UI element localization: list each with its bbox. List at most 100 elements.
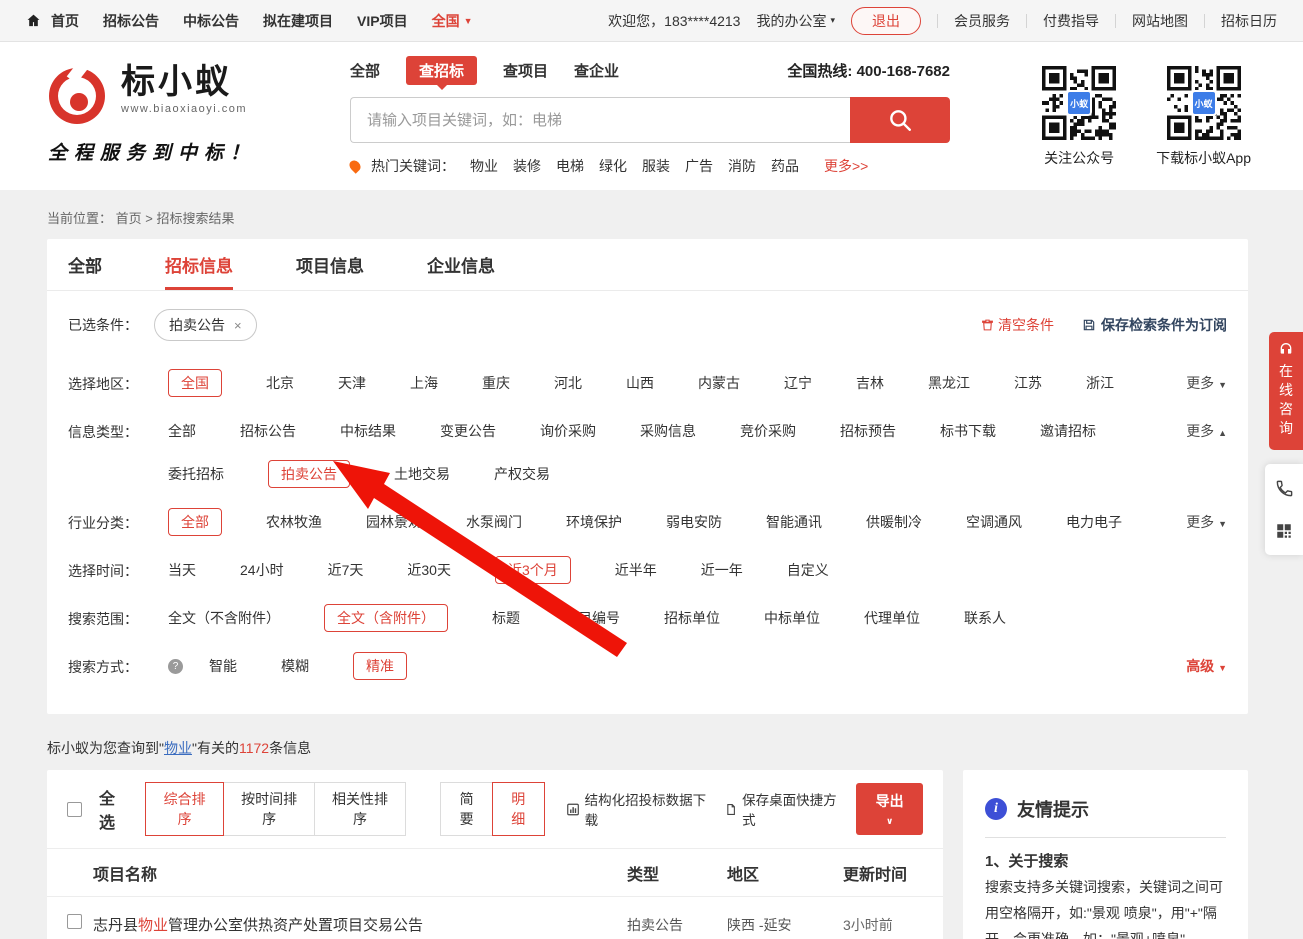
filter-option[interactable]: 全国: [168, 369, 222, 397]
hot-keyword[interactable]: 绿化: [599, 156, 627, 176]
filter-option[interactable]: 重庆: [482, 369, 510, 397]
filter-option[interactable]: 土地交易: [394, 460, 450, 488]
filter-option[interactable]: 辽宁: [784, 369, 812, 397]
nav-item[interactable]: 招标公告: [103, 11, 159, 31]
topbar-link[interactable]: 付费指导: [1043, 11, 1099, 31]
hot-keyword[interactable]: 装修: [513, 156, 541, 176]
filter-option[interactable]: 近30天: [407, 556, 451, 584]
topbar-link[interactable]: 招标日历: [1221, 11, 1277, 31]
home-icon[interactable]: [26, 13, 41, 28]
filter-option[interactable]: 标书下载: [940, 417, 996, 445]
sort-button[interactable]: 相关性排序: [314, 782, 406, 836]
filter-option[interactable]: 产权交易: [494, 460, 550, 488]
filter-option[interactable]: 空调通风: [966, 508, 1022, 536]
filter-option[interactable]: 近半年: [615, 556, 657, 584]
breadcrumb-home-link[interactable]: 首页: [116, 211, 142, 226]
filter-option[interactable]: 北京: [266, 369, 294, 397]
my-office-menu[interactable]: 我的办公室▾: [756, 11, 835, 31]
filter-option[interactable]: 当天: [168, 556, 196, 584]
search-tab[interactable]: 全部: [350, 56, 380, 85]
filter-option[interactable]: 全文（不含附件）: [168, 604, 280, 632]
filter-option[interactable]: 拍卖公告: [268, 460, 350, 488]
filter-option[interactable]: 上海: [410, 369, 438, 397]
filter-option[interactable]: 邀请招标: [1040, 417, 1096, 445]
view-button[interactable]: 明细: [492, 782, 545, 836]
filter-option[interactable]: 中标结果: [340, 417, 396, 445]
filter-option[interactable]: 环境保护: [566, 508, 622, 536]
tab-全部[interactable]: 全部: [68, 239, 102, 290]
export-button[interactable]: 导出 ∨: [856, 783, 923, 835]
filter-option[interactable]: 供暖制冷: [866, 508, 922, 536]
selected-condition-chip[interactable]: 拍卖公告 ×: [154, 309, 257, 341]
filter-option[interactable]: 招标公告: [240, 417, 296, 445]
filter-more-link[interactable]: 更多 ▼: [1186, 512, 1227, 532]
filter-option[interactable]: 招标预告: [840, 417, 896, 445]
search-tab[interactable]: 查企业: [574, 56, 619, 85]
filter-option[interactable]: 近3个月: [495, 556, 571, 584]
filter-option[interactable]: 24小时: [240, 556, 284, 584]
tab-企业信息[interactable]: 企业信息: [427, 239, 495, 290]
close-icon[interactable]: ×: [234, 318, 242, 333]
search-input[interactable]: [350, 97, 850, 143]
tab-招标信息[interactable]: 招标信息: [165, 239, 233, 290]
filter-option[interactable]: 江苏: [1014, 369, 1042, 397]
filter-option[interactable]: 吉林: [856, 369, 884, 397]
phone-icon[interactable]: [1275, 479, 1294, 498]
filter-option[interactable]: 全部: [168, 417, 196, 445]
nav-home[interactable]: 首页: [51, 11, 79, 31]
online-consult-button[interactable]: 在线咨询: [1269, 332, 1303, 450]
filter-option[interactable]: 自定义: [787, 556, 829, 584]
filter-option[interactable]: 询价采购: [540, 417, 596, 445]
filter-option[interactable]: 水泵阀门: [466, 508, 522, 536]
save-search-subscription-link[interactable]: 保存检索条件为订阅: [1082, 315, 1227, 335]
filter-option[interactable]: 代理单位: [864, 604, 920, 632]
hot-keyword[interactable]: 物业: [470, 156, 498, 176]
hot-keyword[interactable]: 消防: [728, 156, 756, 176]
nav-item[interactable]: 中标公告: [183, 11, 239, 31]
filter-option[interactable]: 智能: [209, 652, 237, 680]
row-checkbox[interactable]: [67, 914, 82, 929]
filter-option[interactable]: 农林牧渔: [266, 508, 322, 536]
logout-button[interactable]: 退出: [851, 7, 921, 35]
filter-option[interactable]: 联系人: [964, 604, 1006, 632]
hot-keyword[interactable]: 服装: [642, 156, 670, 176]
filter-option[interactable]: 园林景观: [366, 508, 422, 536]
search-tab[interactable]: 查项目: [503, 56, 548, 85]
filter-option[interactable]: 竞价采购: [740, 417, 796, 445]
nav-item[interactable]: VIP项目: [357, 11, 408, 31]
advanced-link[interactable]: 高级 ▼: [1186, 656, 1227, 676]
filter-option[interactable]: 变更公告: [440, 417, 496, 445]
filter-option[interactable]: 全部: [168, 508, 222, 536]
filter-more-link[interactable]: 更多 ▲: [1186, 421, 1227, 441]
table-row[interactable]: 志丹县物业管理办公室供热资产处置项目交易公告拍卖公告陕西 -延安3小时前: [47, 897, 943, 935]
region-selector[interactable]: 全国▼: [432, 11, 473, 31]
filter-option[interactable]: 天津: [338, 369, 366, 397]
topbar-link[interactable]: 网站地图: [1132, 11, 1188, 31]
filter-option[interactable]: 浙江: [1086, 369, 1114, 397]
filter-option[interactable]: 采购信息: [640, 417, 696, 445]
filter-option[interactable]: 精准: [353, 652, 407, 680]
view-button[interactable]: 简要: [440, 782, 493, 836]
filter-option[interactable]: 标题: [492, 604, 520, 632]
filter-option[interactable]: 近一年: [701, 556, 743, 584]
row-title-link[interactable]: 志丹县物业管理办公室供热资产处置项目交易公告: [93, 914, 423, 935]
filter-option[interactable]: 黑龙江: [928, 369, 970, 397]
summary-keyword-link[interactable]: 物业: [164, 740, 192, 756]
filter-more-link[interactable]: 更多 ▼: [1186, 373, 1227, 393]
search-button[interactable]: [850, 97, 950, 143]
filter-option[interactable]: 河北: [554, 369, 582, 397]
hot-keywords-more[interactable]: 更多>>: [824, 156, 868, 176]
filter-option[interactable]: 近7天: [328, 556, 364, 584]
sort-button[interactable]: 综合排序: [145, 782, 224, 836]
filter-option[interactable]: 内蒙古: [698, 369, 740, 397]
filter-option[interactable]: 招标单位: [664, 604, 720, 632]
site-logo[interactable]: 标小蚁 www.biaoxiaoyi.com: [45, 64, 247, 128]
help-icon[interactable]: ?: [168, 659, 183, 674]
tab-项目信息[interactable]: 项目信息: [296, 239, 364, 290]
hot-keyword[interactable]: 药品: [771, 156, 799, 176]
hot-keyword[interactable]: 电梯: [556, 156, 584, 176]
filter-option[interactable]: 项目编号: [564, 604, 620, 632]
topbar-link[interactable]: 会员服务: [954, 11, 1010, 31]
desktop-shortcut-link[interactable]: 保存桌面快捷方式: [724, 789, 843, 829]
filter-option[interactable]: 模糊: [281, 652, 309, 680]
